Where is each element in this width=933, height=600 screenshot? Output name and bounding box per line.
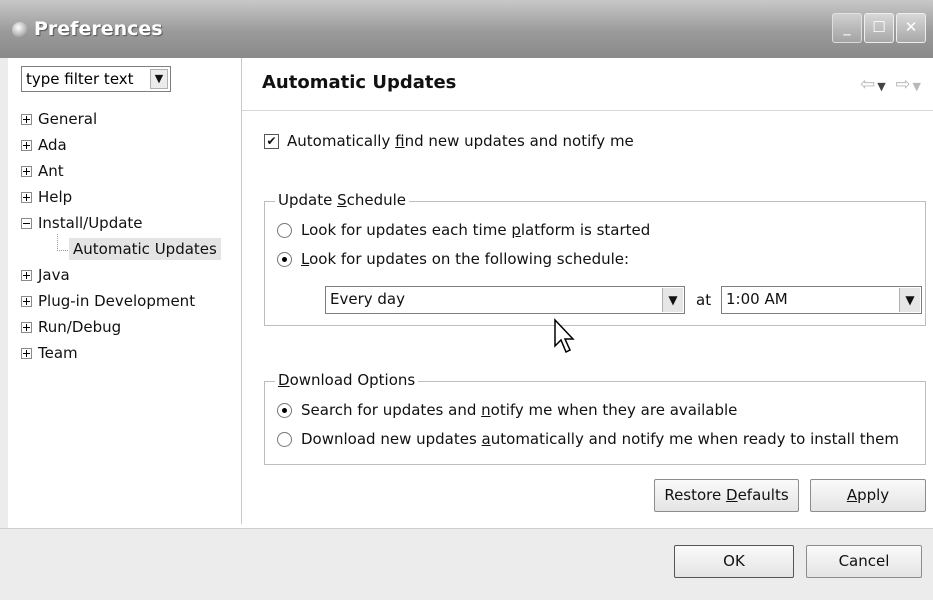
history-navigation: ⇦▼ ⇨▼ — [860, 74, 923, 95]
tree-item-help[interactable]: Help — [21, 184, 241, 210]
at-label: at — [696, 291, 712, 309]
tree-item-label: Ada — [38, 136, 67, 154]
radio-auto-download-label: Download new updates automatically and n… — [301, 430, 900, 448]
maximize-icon: ☐ — [872, 18, 886, 36]
tree-item-ant[interactable]: Ant — [21, 158, 241, 184]
tree-connector — [57, 234, 68, 251]
radio-schedule[interactable]: Look for updates on the following schedu… — [277, 250, 629, 268]
download-options-title: Download Options — [275, 371, 419, 389]
preferences-window: Preferences _ ☐ ✕ ▼ General Ada — [0, 0, 933, 600]
tree-item-plugin-development[interactable]: Plug-in Development — [21, 288, 241, 314]
tree-item-label: Java — [38, 266, 70, 284]
preference-page: Automatic Updates ⇦▼ ⇨▼ ✔ Automatically f… — [242, 58, 933, 524]
forward-menu-icon[interactable]: ▼ — [913, 80, 923, 93]
expand-icon[interactable] — [21, 166, 32, 177]
expand-icon[interactable] — [21, 322, 32, 333]
expand-icon[interactable] — [21, 192, 32, 203]
app-icon — [12, 22, 28, 38]
radio-notify-available[interactable]: Search for updates and notify me when th… — [277, 401, 737, 419]
back-arrow-icon[interactable]: ⇦ — [860, 74, 877, 95]
time-select[interactable]: 1:00 AM ▼ — [721, 286, 922, 314]
tree-item-label: Help — [38, 188, 73, 206]
mouse-cursor-icon — [554, 318, 575, 354]
apply-button[interactable]: Apply — [810, 479, 926, 512]
tree-item-automatic-updates[interactable]: Automatic Updates — [21, 234, 241, 262]
maximize-button[interactable]: ☐ — [864, 13, 894, 43]
radio-each-startup[interactable]: Look for updates each time platform is s… — [277, 221, 650, 239]
auto-find-checkbox-row[interactable]: ✔ Automatically find new updates and noti… — [264, 132, 634, 150]
tree-item-java[interactable]: Java — [21, 262, 241, 288]
tree-item-label: Automatic Updates — [69, 238, 221, 260]
collapse-icon[interactable] — [21, 218, 32, 229]
filter-input[interactable] — [22, 67, 150, 91]
frequency-value: Every day — [330, 290, 405, 308]
download-options-group: Download Options Search for updates and … — [264, 371, 926, 465]
cancel-button[interactable]: Cancel — [806, 545, 922, 578]
chevron-down-icon[interactable]: ▼ — [662, 288, 683, 312]
close-button[interactable]: ✕ — [896, 13, 926, 43]
title-bar[interactable]: Preferences _ ☐ ✕ — [0, 0, 933, 58]
update-schedule-group: Update Schedule Look for updates each ti… — [264, 191, 926, 326]
tree-item-label: Team — [38, 344, 78, 362]
update-schedule-title: Update Schedule — [275, 191, 410, 209]
radio-auto-download[interactable]: Download new updates automatically and n… — [277, 430, 899, 448]
checkmark-icon: ✔ — [266, 134, 277, 148]
auto-find-checkbox[interactable]: ✔ — [264, 134, 279, 149]
radio-schedule-label: Look for updates on the following schedu… — [301, 250, 630, 268]
chevron-down-icon[interactable]: ▼ — [150, 69, 168, 89]
window-title: Preferences — [34, 18, 163, 40]
radio-notify-available-button[interactable] — [277, 403, 292, 418]
header-divider — [242, 110, 933, 111]
radio-notify-available-label: Search for updates and notify me when th… — [301, 401, 738, 419]
expand-icon[interactable] — [21, 348, 32, 359]
tree-item-general[interactable]: General — [21, 106, 241, 132]
expand-icon[interactable] — [21, 296, 32, 307]
tree-item-team[interactable]: Team — [21, 340, 241, 366]
dialog-button-bar: OK Cancel — [0, 528, 933, 600]
preference-tree-pane: ▼ General Ada Ant Help Install/Update — [8, 58, 242, 524]
tree-item-install-update[interactable]: Install/Update — [21, 210, 241, 236]
radio-schedule-button[interactable] — [277, 252, 292, 267]
expand-icon[interactable] — [21, 140, 32, 151]
radio-each-startup-button[interactable] — [277, 223, 292, 238]
minimize-icon: _ — [843, 18, 851, 36]
auto-find-label: Automatically find new updates and notif… — [287, 132, 634, 150]
dialog-content: ▼ General Ada Ant Help Install/Update — [8, 58, 933, 528]
filter-combo[interactable]: ▼ — [21, 66, 171, 92]
time-value: 1:00 AM — [726, 290, 788, 308]
tree-item-run-debug[interactable]: Run/Debug — [21, 314, 241, 340]
chevron-down-icon[interactable]: ▼ — [899, 288, 920, 312]
close-icon: ✕ — [904, 18, 918, 36]
preference-tree: General Ada Ant Help Install/Update Auto… — [21, 106, 241, 366]
tree-item-label: Plug-in Development — [38, 292, 196, 310]
radio-each-startup-label: Look for updates each time platform is s… — [301, 221, 651, 239]
ok-button[interactable]: OK — [674, 545, 794, 578]
expand-icon[interactable] — [21, 114, 32, 125]
restore-defaults-button[interactable]: Restore Defaults — [654, 479, 799, 512]
tree-item-ada[interactable]: Ada — [21, 132, 241, 158]
tree-item-label: Install/Update — [38, 214, 143, 232]
radio-auto-download-button[interactable] — [277, 432, 292, 447]
tree-item-label: Run/Debug — [38, 318, 122, 336]
frequency-select[interactable]: Every day ▼ — [325, 286, 685, 314]
minimize-button[interactable]: _ — [832, 13, 862, 43]
page-title: Automatic Updates — [262, 72, 457, 93]
back-menu-icon[interactable]: ▼ — [877, 80, 887, 93]
tree-item-label: General — [38, 110, 98, 128]
forward-arrow-icon[interactable]: ⇨ — [895, 74, 912, 95]
tree-item-label: Ant — [38, 162, 64, 180]
expand-icon[interactable] — [21, 270, 32, 281]
